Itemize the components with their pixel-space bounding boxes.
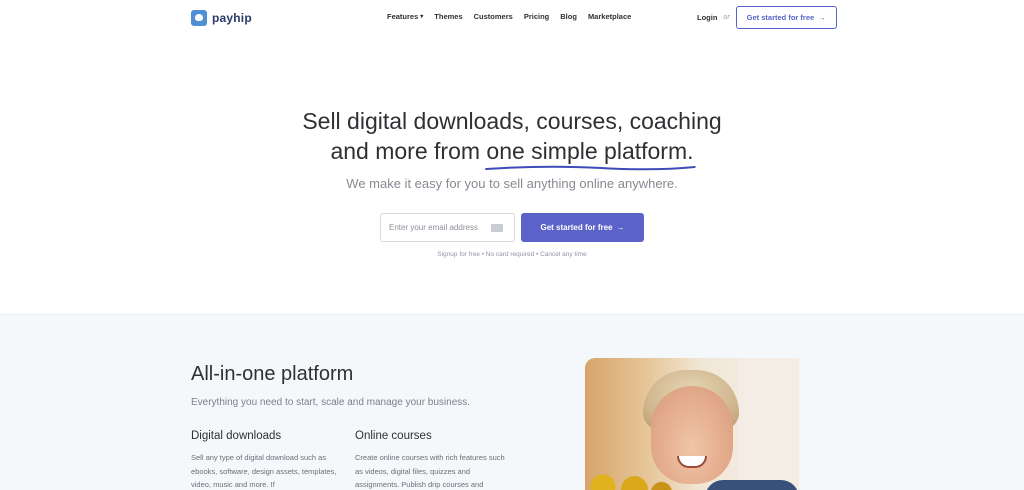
features-title: All-in-one platform: [191, 363, 354, 385]
logo-text: payhip: [212, 11, 252, 25]
hero-subtitle: We make it easy for you to sell anything…: [346, 176, 678, 191]
nav-link-pricing[interactable]: Pricing: [524, 12, 549, 21]
signup-form: Enter your email address Get started for…: [380, 213, 644, 242]
nav-link-customers[interactable]: Customers: [474, 12, 513, 21]
nav-actions: Login or Get started for free →: [697, 6, 837, 29]
squiggle-underline-icon: [485, 165, 697, 171]
feature-heading: Digital downloads: [191, 430, 282, 442]
photo-shirt: [705, 480, 799, 490]
nav-link-blog[interactable]: Blog: [560, 12, 577, 21]
nav-link-marketplace[interactable]: Marketplace: [588, 12, 631, 21]
hero-title: Sell digital downloads, courses, coachin…: [0, 106, 1024, 171]
nav-link-features[interactable]: Features ▾: [387, 12, 423, 21]
feature-online-courses: Online courses Create online courses wit…: [355, 430, 505, 490]
feature-body: Sell any type of digital download such a…: [191, 453, 337, 489]
autofill-card-icon[interactable]: [491, 224, 503, 232]
hero-title-line2-post: .: [687, 138, 694, 164]
hero-cta-label: Get started for free: [540, 223, 613, 232]
hero-title-highlight-text: one simple platform: [486, 138, 688, 164]
nav-link-themes[interactable]: Themes: [434, 12, 462, 21]
or-separator: or: [723, 14, 730, 21]
feature-heading: Online courses: [355, 430, 432, 442]
nav-link-label: Features: [387, 12, 419, 21]
hero-title-highlight: one simple platform: [485, 136, 697, 171]
payhip-logo-icon: [191, 10, 207, 26]
features-subtitle: Everything you need to start, scale and …: [191, 397, 471, 408]
hero-title-line1: Sell digital downloads, courses, coachin…: [302, 108, 722, 134]
features-section: All-in-one platform Everything you need …: [0, 314, 1024, 490]
photo-flowers: [585, 470, 675, 490]
nav-get-started-button[interactable]: Get started for free →: [735, 6, 837, 29]
photo-background: [739, 358, 799, 490]
email-placeholder: Enter your email address: [389, 223, 478, 232]
email-input[interactable]: Enter your email address: [380, 213, 515, 242]
signup-fineprint: Signup for free • No card required • Can…: [437, 251, 587, 258]
nav-links: Features ▾ Themes Customers Pricing Blog…: [387, 12, 631, 21]
hero-title-line2-pre: and more from: [330, 138, 487, 164]
login-link[interactable]: Login: [697, 13, 717, 22]
top-navigation: payhip Features ▾ Themes Customers Prici…: [0, 0, 1024, 34]
creator-photo: [585, 358, 799, 490]
logo[interactable]: payhip: [191, 10, 252, 26]
hero-title-line2: and more from one simple platform.: [0, 136, 1024, 171]
feature-body: Create online courses with rich features…: [355, 453, 505, 489]
arrow-right-icon: →: [616, 223, 625, 232]
hero-get-started-button[interactable]: Get started for free →: [521, 213, 644, 242]
arrow-right-icon: →: [818, 13, 826, 22]
feature-digital-downloads: Digital downloads Sell any type of digit…: [191, 430, 341, 490]
nav-cta-label: Get started for free: [746, 13, 815, 22]
chevron-down-icon: ▾: [420, 14, 424, 20]
